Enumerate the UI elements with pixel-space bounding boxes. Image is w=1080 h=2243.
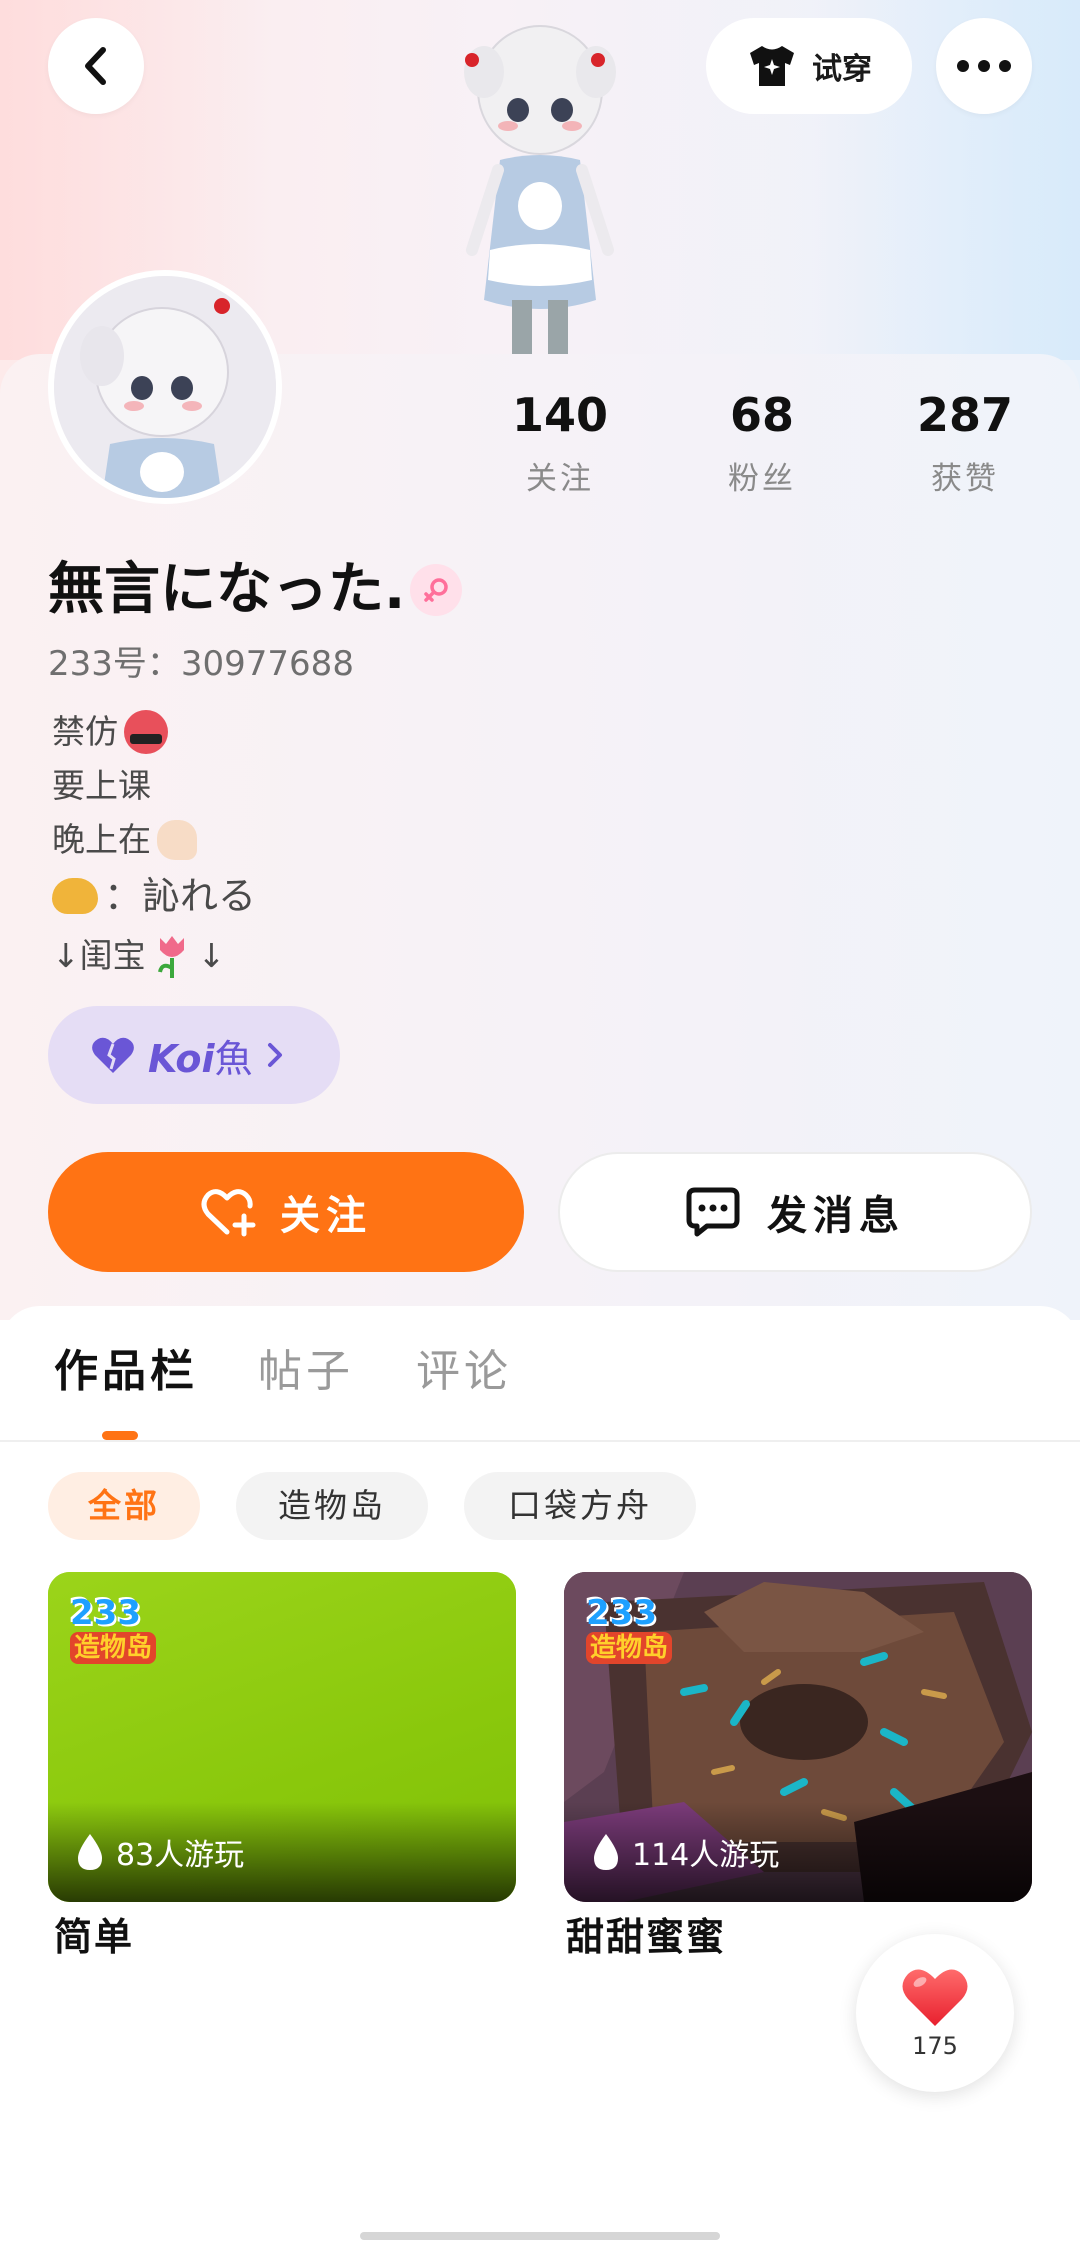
- tab-active-indicator: [102, 1431, 138, 1440]
- stat-followers[interactable]: 68 粉丝: [672, 385, 852, 498]
- flame-icon: [594, 1834, 618, 1870]
- bio-text-1: 禁仿: [52, 712, 118, 751]
- koi-chip-label: Koi魚: [148, 1028, 253, 1083]
- card-plays: 114人游玩: [590, 1830, 779, 1874]
- game-logo: 233 造物岛: [586, 1594, 692, 1668]
- game-logo-number: 233: [70, 1593, 141, 1633]
- filter-all[interactable]: 全部: [48, 1472, 200, 1540]
- bio-text-5-right: ↓: [197, 936, 226, 975]
- bio-text-2: 要上课: [52, 766, 151, 805]
- fortune-cookie-icon: [52, 878, 98, 914]
- bio-text-3: 晚上在: [52, 820, 151, 859]
- back-button[interactable]: [48, 18, 144, 114]
- more-dots-icon: [957, 60, 1011, 72]
- more-button[interactable]: [936, 18, 1032, 114]
- tab-posts[interactable]: 帖子: [258, 1344, 354, 1400]
- avatar-3d-figure: [464, 25, 616, 354]
- stat-likes[interactable]: 287 获赞: [875, 385, 1055, 498]
- card-plays: 83人游玩: [74, 1830, 244, 1874]
- like-count: 175: [912, 2032, 958, 2060]
- game-logo-text: 造物岛: [586, 1632, 673, 1664]
- send-message-button[interactable]: 发消息: [558, 1152, 1032, 1272]
- tulip-icon: [157, 936, 184, 978]
- card-plays-text: 83人游玩: [116, 1838, 245, 1873]
- bio-line-2: 要上课: [52, 764, 151, 808]
- cursing-face-icon: [124, 710, 168, 754]
- bio-text-4: ：訫れる: [104, 874, 257, 918]
- tabs-divider: [0, 1440, 1080, 1442]
- try-on-button[interactable]: 试穿: [706, 18, 912, 114]
- game-logo-text: 造物岛: [70, 1632, 157, 1664]
- heart-plus-icon: [201, 1189, 256, 1237]
- avatar[interactable]: [48, 270, 282, 504]
- stat-likes-label: 获赞: [931, 461, 999, 497]
- tab-works[interactable]: 作品栏: [54, 1344, 198, 1400]
- chevron-left-icon: [85, 47, 106, 85]
- username: 無言になった.: [48, 557, 406, 622]
- try-on-label: 试穿: [812, 52, 872, 87]
- bio-text-5-left: ↓闺宝: [52, 936, 146, 975]
- female-gender-icon: [410, 564, 462, 616]
- stat-following-label: 关注: [526, 461, 594, 497]
- card-plays-text: 114人游玩: [632, 1838, 780, 1873]
- like-floating-button[interactable]: 175: [856, 1934, 1014, 2092]
- work-card[interactable]: 233 造物岛 114人游玩: [564, 1572, 1032, 1902]
- filter-creation-island[interactable]: 造物岛: [236, 1472, 428, 1540]
- stat-followers-value: 68: [729, 388, 794, 442]
- home-indicator: [360, 2232, 720, 2240]
- bio-line-1: 禁仿: [52, 710, 168, 754]
- flame-icon: [78, 1834, 102, 1870]
- koi-fish-chip[interactable]: Koi魚: [48, 1006, 340, 1104]
- tshirt-icon: [750, 46, 794, 86]
- work-title[interactable]: 简单: [54, 1912, 134, 1962]
- work-title[interactable]: 甜甜蜜蜜: [566, 1912, 726, 1962]
- filter-pocket-ark[interactable]: 口袋方舟: [464, 1472, 696, 1540]
- stat-followers-label: 粉丝: [728, 461, 796, 497]
- stat-likes-value: 287: [916, 388, 1014, 442]
- game-logo: 233 造物岛: [70, 1594, 176, 1668]
- koi-chip-label-latin: Koi: [148, 1036, 215, 1081]
- heart-icon: [902, 1969, 968, 2026]
- bio-line-5: ↓闺宝 ↓: [52, 932, 225, 980]
- follow-label: 关注: [280, 1193, 372, 1239]
- chevron-right-icon: [267, 1043, 282, 1067]
- work-card[interactable]: 233 造物岛 83人游玩: [48, 1572, 516, 1902]
- heart-icon: [92, 1037, 134, 1073]
- send-message-label: 发消息: [767, 1193, 905, 1239]
- bio-line-3: 晚上在: [52, 818, 197, 862]
- tab-comments[interactable]: 评论: [416, 1344, 512, 1400]
- koi-chip-label-cjk: 魚: [214, 1036, 253, 1081]
- account-id: 233号：30977688: [48, 644, 354, 684]
- game-logo-number: 233: [586, 1593, 657, 1633]
- chat-bubble-icon: [686, 1187, 740, 1237]
- avatar-image: [54, 276, 276, 498]
- stat-following[interactable]: 140 关注: [470, 385, 650, 498]
- waving-hand-icon: [157, 820, 197, 860]
- follow-button[interactable]: 关注: [48, 1152, 524, 1272]
- bio-line-4: ：訫れる: [52, 874, 256, 918]
- stat-following-value: 140: [511, 388, 609, 442]
